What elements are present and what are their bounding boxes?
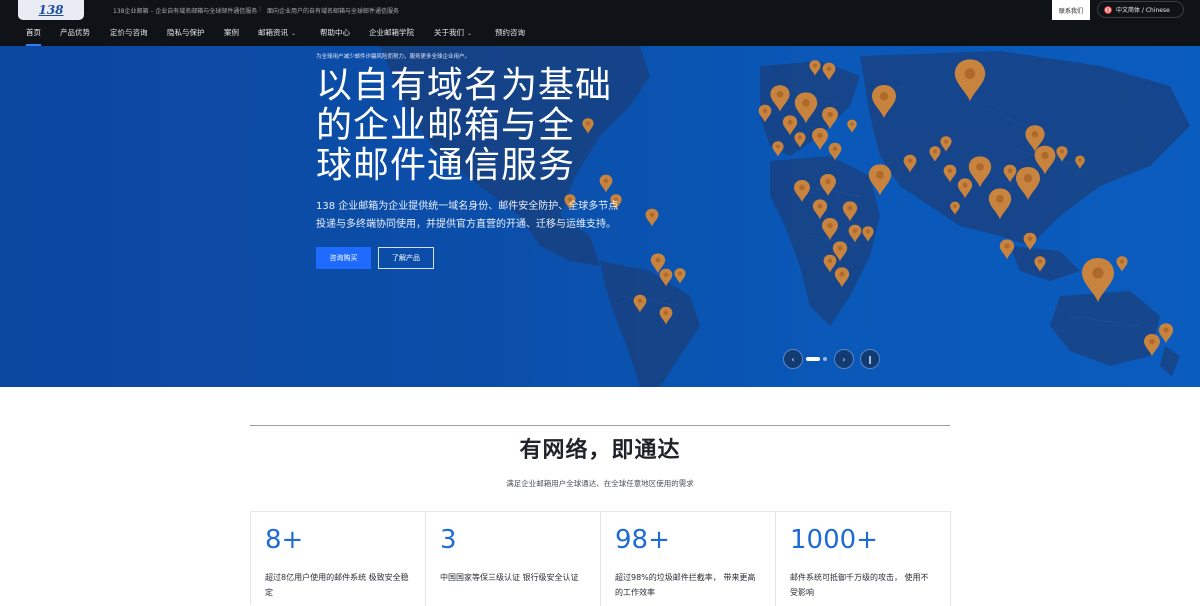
stat-number: 1000+ bbox=[790, 525, 878, 555]
chevron-left-icon: ‹ bbox=[791, 354, 795, 364]
carousel-dot[interactable] bbox=[823, 357, 827, 361]
nav-item-home[interactable]: 首页 bbox=[26, 20, 41, 46]
stat-card: 98+ 超过98%的垃圾邮件拦截率， 带来更高的工作效率 bbox=[601, 512, 776, 606]
nav-item-label: 邮箱资讯 bbox=[258, 28, 288, 37]
nav-item-label: 关于我们 bbox=[434, 28, 464, 37]
logo-text: 138 bbox=[38, 3, 64, 17]
stat-card: 3 中国国家等保三级认证 银行级安全认证 bbox=[426, 512, 601, 606]
hero-title: 以自有域名为基础 的企业邮箱与全 球邮件通信服务 bbox=[316, 66, 612, 186]
nav-item-label: 定价与咨询 bbox=[110, 28, 148, 37]
nav-item-about[interactable]: 关于我们 ⌄ bbox=[434, 20, 472, 46]
carousel-dot-active[interactable] bbox=[806, 357, 820, 361]
stat-number: 98+ bbox=[615, 525, 670, 555]
contact-us-button[interactable]: 联系我们 bbox=[1052, 0, 1090, 20]
logo[interactable]: 138 bbox=[18, 0, 84, 20]
learn-product-button[interactable]: 了解产品 bbox=[378, 247, 434, 269]
section-subtitle: 满足企业邮箱用户全球通达、在全球任意地区使用的需求 bbox=[506, 479, 694, 488]
globe-icon bbox=[1104, 5, 1112, 14]
carousel-indicators bbox=[806, 357, 827, 361]
nav-item-advantages[interactable]: 产品优势 bbox=[60, 20, 90, 46]
hero-description-line: 投递与多终端协同使用，并提供官方直营的开通、迁移与运维支持。 bbox=[316, 219, 616, 230]
nav-item-help[interactable]: 帮助中心 bbox=[320, 20, 350, 46]
pause-icon: ‖ bbox=[868, 354, 872, 364]
hero-kicker: 为全球用户减少邮件诈骗风险而努力，服务更多全球企业用户。 bbox=[316, 54, 471, 60]
hero-description-line: 138 企业邮箱为企业提供统一域名身份、邮件安全防护、全球多节点 bbox=[316, 201, 619, 212]
nav-item-pricing[interactable]: 定价与咨询 bbox=[110, 20, 148, 46]
tagline-secondary: 面向企业用户的自有域名邮箱与全球邮件通信服务 bbox=[267, 8, 400, 15]
stat-description: 中国国家等保三级认证 银行级安全认证 bbox=[440, 573, 579, 582]
nav-item-label: 帮助中心 bbox=[320, 28, 350, 37]
nav-item-label: 案例 bbox=[224, 28, 239, 37]
stat-description: 邮件系统可抵御千万级的攻击， 使用不受影响 bbox=[790, 573, 929, 597]
section-title: 有网络，即通达 bbox=[519, 438, 681, 463]
stats-grid: 8+ 超过8亿用户使用的邮件系统 极致安全稳定 3 中国国家等保三级认证 银行级… bbox=[250, 511, 951, 606]
nav-item-news[interactable]: 邮箱资讯 ⌄ bbox=[258, 20, 296, 46]
hero-description: 138 企业邮箱为企业提供统一域名身份、邮件安全防护、全球多节点 投递与多终端协… bbox=[316, 198, 646, 234]
language-switcher[interactable]: 中文简体 / Chinese bbox=[1097, 1, 1184, 18]
chevron-down-icon: ⌄ bbox=[467, 30, 473, 37]
nav-item-cases[interactable]: 案例 bbox=[224, 20, 239, 46]
tagline-primary: 138企业邮箱 – 企业自有域名邮箱与全球邮件通信服务 bbox=[113, 8, 258, 15]
hero-title-line: 的企业邮箱与全 bbox=[316, 105, 576, 146]
tagline-separator: | bbox=[259, 6, 262, 13]
hero-banner: 为全球用户减少邮件诈骗风险而努力，服务更多全球企业用户。 以自有域名为基础 的企… bbox=[0, 46, 1200, 387]
carousel-prev-button[interactable]: ‹ bbox=[783, 349, 803, 369]
nav-item-academy[interactable]: 企业邮箱学院 bbox=[369, 20, 414, 46]
stat-card: 8+ 超过8亿用户使用的邮件系统 极致安全稳定 bbox=[251, 512, 426, 606]
stat-number: 8+ bbox=[265, 525, 304, 555]
stat-description: 超过98%的垃圾邮件拦截率， 带来更高的工作效率 bbox=[615, 573, 756, 597]
stat-description: 超过8亿用户使用的邮件系统 极致安全稳定 bbox=[265, 573, 409, 597]
hero-title-line: 以自有域名为基础 bbox=[316, 65, 613, 106]
nav-item-label: 首页 bbox=[26, 28, 41, 37]
nav-item-booking[interactable]: 预约咨询 bbox=[495, 20, 525, 46]
carousel-next-button[interactable]: › bbox=[834, 349, 854, 369]
stat-number: 3 bbox=[440, 525, 457, 555]
nav-item-label: 预约咨询 bbox=[495, 28, 525, 37]
top-bar: 138 138企业邮箱 – 企业自有域名邮箱与全球邮件通信服务 | 面向企业用户… bbox=[0, 0, 1200, 20]
carousel-pause-button[interactable]: ‖ bbox=[860, 349, 880, 369]
nav-item-privacy[interactable]: 隐私与保护 bbox=[167, 20, 205, 46]
nav-item-label: 隐私与保护 bbox=[167, 28, 205, 37]
nav-item-label: 企业邮箱学院 bbox=[369, 28, 414, 37]
hero-title-line: 球邮件通信服务 bbox=[316, 145, 576, 186]
section-divider bbox=[250, 425, 950, 426]
chevron-down-icon: ⌄ bbox=[291, 30, 297, 37]
language-label: 中文简体 / Chinese bbox=[1116, 7, 1170, 14]
stat-card: 1000+ 邮件系统可抵御千万级的攻击， 使用不受影响 bbox=[776, 512, 951, 606]
chevron-right-icon: › bbox=[842, 354, 846, 364]
consult-purchase-button[interactable]: 咨询购买 bbox=[316, 247, 371, 269]
nav-item-label: 产品优势 bbox=[60, 28, 90, 37]
main-nav: 首页 产品优势 定价与咨询 隐私与保护 案例 邮箱资讯 ⌄ 帮助中心 企业邮箱学院… bbox=[0, 20, 1200, 46]
